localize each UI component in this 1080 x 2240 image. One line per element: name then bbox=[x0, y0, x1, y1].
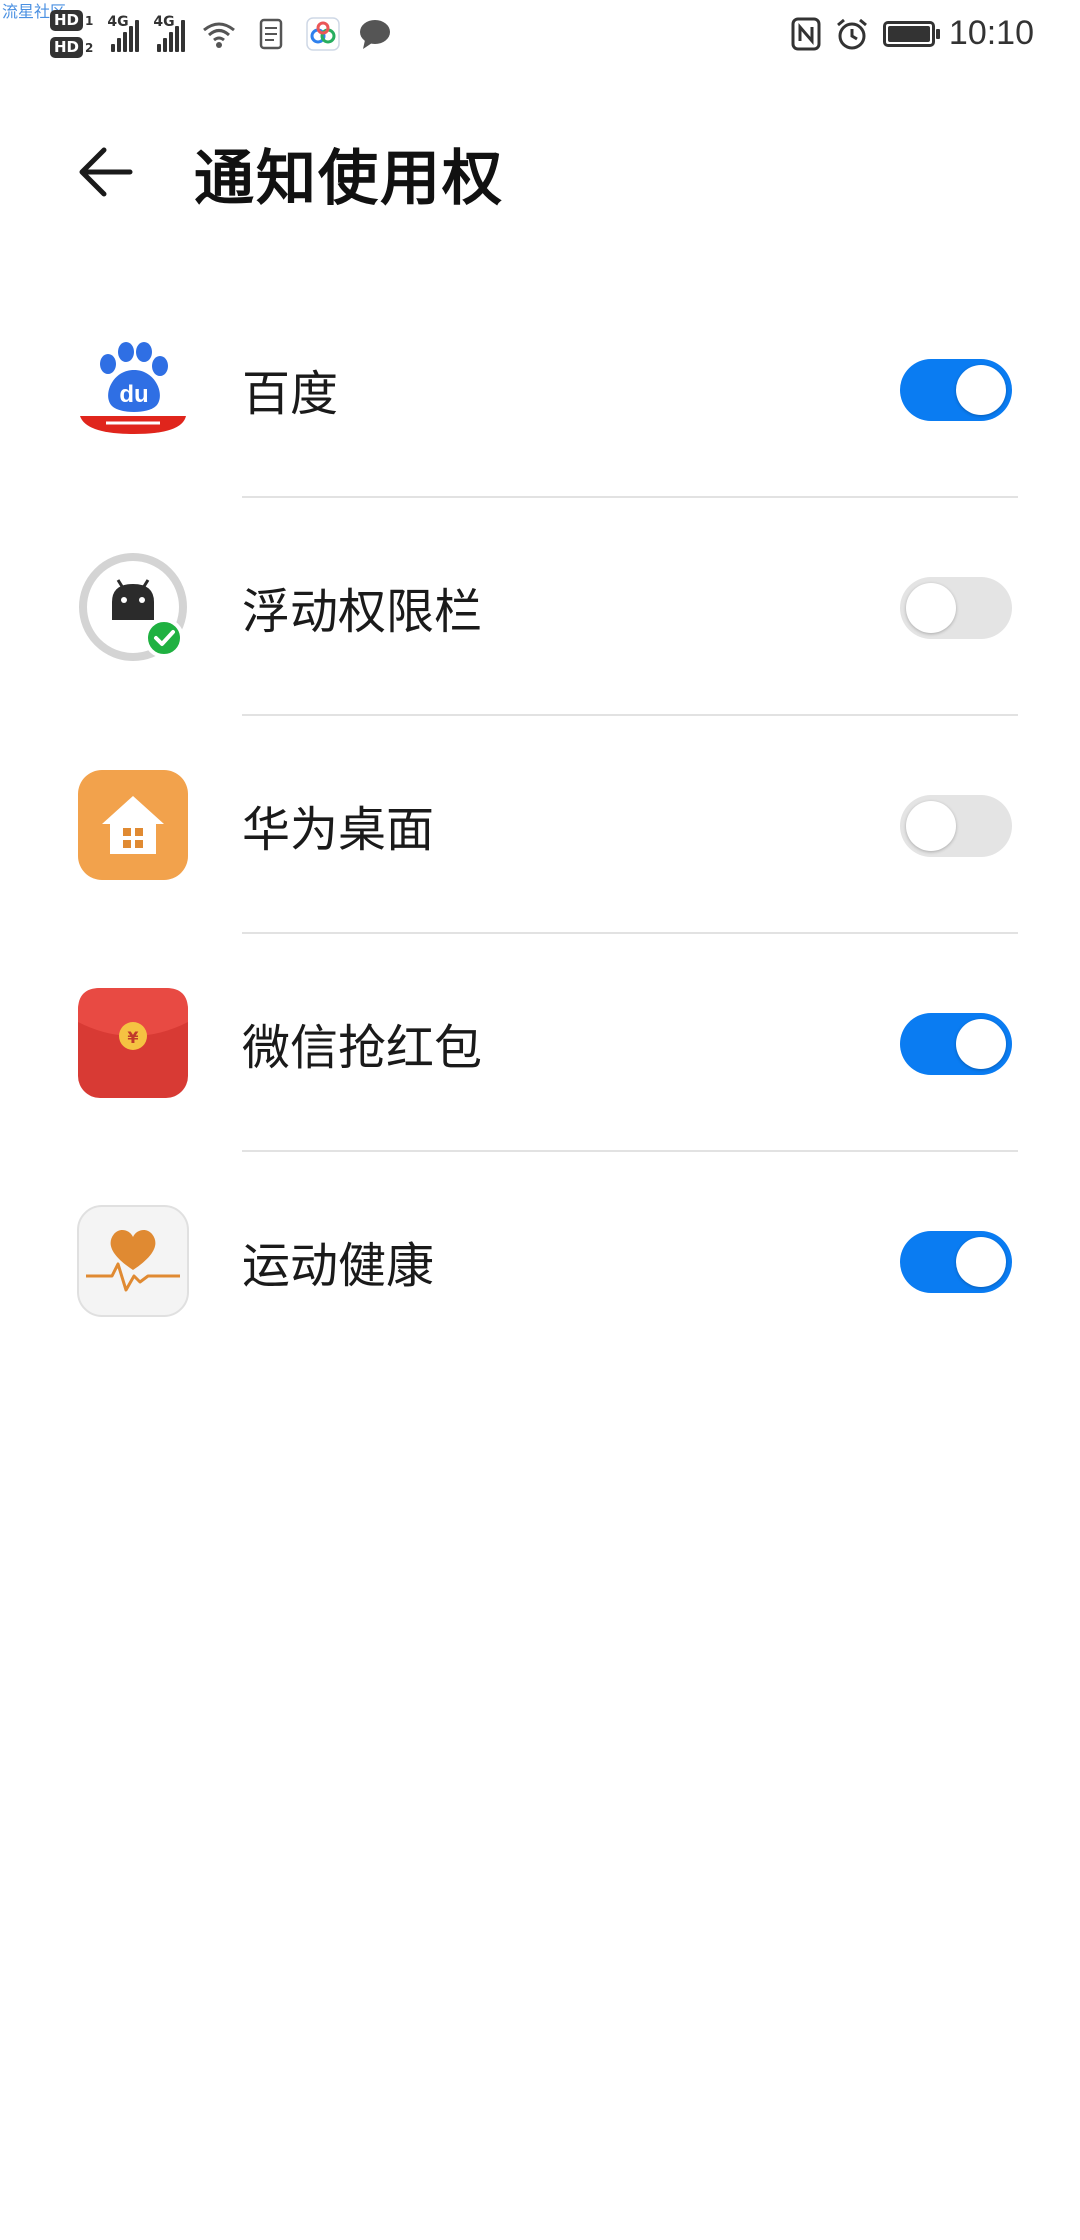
hd2-badge: HD bbox=[50, 37, 84, 58]
signal2-icon: 4G bbox=[153, 14, 186, 52]
battery-icon bbox=[882, 20, 940, 47]
notification-toggle[interactable] bbox=[900, 1231, 1012, 1293]
alarm-icon bbox=[836, 18, 867, 49]
chat-bubble-icon bbox=[360, 20, 391, 49]
app-name: 百度 bbox=[242, 366, 339, 422]
network1-label: 4G bbox=[107, 14, 129, 30]
hd2-number: 2 bbox=[85, 40, 94, 55]
status-left: HD 1 HD 2 4G 4G bbox=[50, 10, 393, 58]
sim1-indicator: HD 1 bbox=[50, 10, 93, 31]
sim-indicators: HD 1 HD 2 bbox=[50, 10, 93, 58]
nfc-icon bbox=[791, 17, 821, 50]
app-name: 微信抢红包 bbox=[242, 1020, 483, 1076]
signal1-icon: 4G bbox=[107, 14, 140, 52]
app-name: 运动健康 bbox=[242, 1238, 435, 1294]
toggle-knob bbox=[906, 801, 956, 851]
notification-toggle[interactable] bbox=[900, 577, 1012, 639]
status-bar: 流星社区 HD 1 HD 2 4G 4G 10:10 bbox=[0, 0, 1080, 84]
toggle-knob bbox=[906, 583, 956, 633]
svg-text:¥: ¥ bbox=[127, 1028, 138, 1047]
arrow-left-icon[interactable] bbox=[70, 134, 146, 210]
status-time: 10:10 bbox=[948, 14, 1034, 52]
list-item[interactable]: 华为桌面 bbox=[0, 716, 1080, 934]
sim2-indicator: HD 2 bbox=[50, 37, 93, 58]
app-notification-icon bbox=[306, 17, 341, 51]
list-item[interactable]: 运动健康 bbox=[0, 1152, 1080, 1370]
hd1-badge: HD bbox=[50, 10, 84, 31]
health-heart-icon bbox=[77, 1205, 189, 1317]
list-item[interactable]: ¥ 微信抢红包 bbox=[0, 934, 1080, 1152]
notification-toggle[interactable] bbox=[900, 795, 1012, 857]
baidu-icon: du bbox=[78, 334, 188, 444]
notification-toggle[interactable] bbox=[900, 1013, 1012, 1075]
app-name: 浮动权限栏 bbox=[242, 584, 483, 640]
app-list: du 百度 浮动权限栏 华为桌面 ¥ 微信抢红包 运动健康 bbox=[0, 280, 1080, 1370]
huawei-home-icon bbox=[78, 770, 188, 880]
toggle-knob bbox=[956, 365, 1006, 415]
red-envelope-icon: ¥ bbox=[78, 988, 188, 1098]
android-permission-icon bbox=[79, 553, 187, 661]
status-right: 10:10 bbox=[791, 14, 1034, 53]
app-name: 华为桌面 bbox=[242, 802, 435, 858]
hd1-number: 1 bbox=[85, 13, 94, 28]
list-item[interactable]: du 百度 bbox=[0, 280, 1080, 498]
toggle-knob bbox=[956, 1019, 1006, 1069]
document-icon bbox=[260, 18, 283, 50]
network2-label: 4G bbox=[153, 14, 175, 30]
list-item[interactable]: 浮动权限栏 bbox=[0, 498, 1080, 716]
page-title: 通知使用权 bbox=[194, 144, 504, 214]
toggle-knob bbox=[956, 1237, 1006, 1287]
wifi-icon bbox=[203, 22, 236, 48]
notification-toggle[interactable] bbox=[900, 359, 1012, 421]
app-bar: 通知使用权 bbox=[0, 110, 1080, 230]
svg-text:du: du bbox=[119, 381, 148, 408]
